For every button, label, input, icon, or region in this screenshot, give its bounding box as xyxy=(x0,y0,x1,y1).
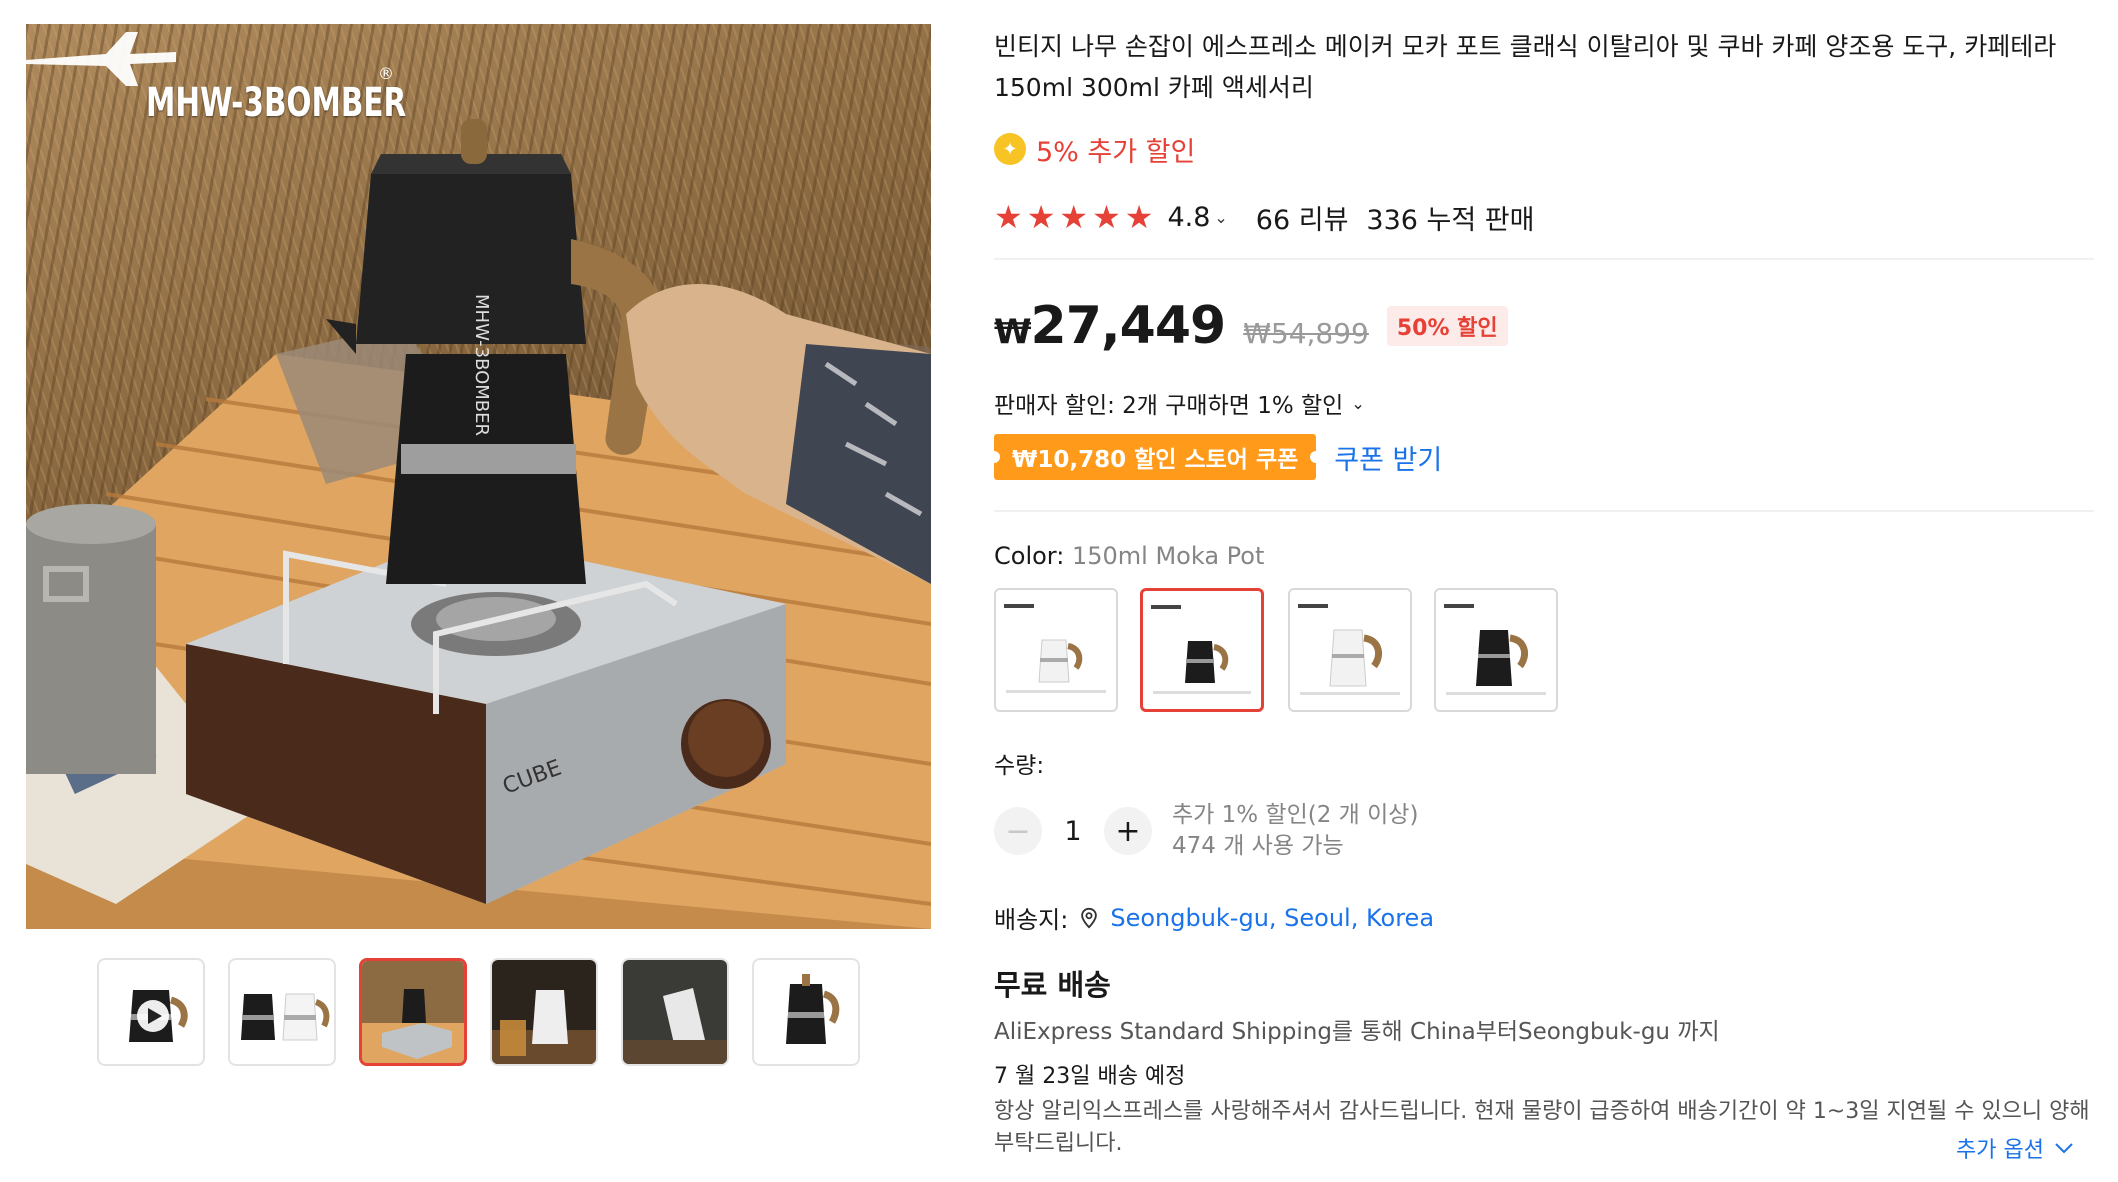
divider xyxy=(994,510,2094,512)
white-moka-pot-icon xyxy=(1004,604,1106,693)
original-price: ₩54,899 xyxy=(1243,317,1369,350)
price-row: ₩27,449 ₩54,899 50% 할인 xyxy=(994,296,1508,356)
ship-to-row: 배송지: Seongbuk-gu, Seoul, Korea xyxy=(994,900,1434,935)
shipping-notice: 항상 알리익스프레스를 사랑해주셔서 감사드립니다. 현재 물량이 급증하여 배… xyxy=(994,1099,2090,1156)
decrease-quantity-button[interactable]: − xyxy=(994,807,1042,855)
star-icon: ★ xyxy=(1092,198,1121,236)
current-price-value: 27,449 xyxy=(1030,296,1227,356)
brand-logo-text: MHW-3BOMBER xyxy=(146,80,407,126)
black-moka-pot-large-icon xyxy=(1444,604,1546,695)
star-icon: ★ xyxy=(1124,198,1154,236)
review-count[interactable]: 66 리뷰 xyxy=(1256,198,1349,237)
stock-available: 474 개 사용 가능 xyxy=(1172,833,1344,859)
current-price: ₩27,449 xyxy=(994,296,1227,356)
star-rating: ★ ★ ★ ★ ★ xyxy=(994,201,1153,233)
quantity-stepper: − 1 + 추가 1% 할인(2 개 이상) 474 개 사용 가능 xyxy=(994,800,1418,862)
rating-row: ★ ★ ★ ★ ★ 4.8 ⌄ 66 리뷰 336 누적 판매 xyxy=(994,197,1534,237)
ship-to-label: 배송지: xyxy=(994,906,1069,934)
quantity-label: 수량: xyxy=(994,753,1045,779)
divider xyxy=(994,258,2094,260)
product-photo: CUBE MHW-3BOMBER xyxy=(26,119,931,929)
seller-discount[interactable]: 판매자 할인: 2개 구매하면 1% 할인 ⌄ xyxy=(994,386,1365,420)
extra-discount-text: 5% 추가 할인 xyxy=(1036,136,1196,168)
thumbnail-strip xyxy=(97,958,860,1066)
color-swatch-black-150ml-selected[interactable] xyxy=(1140,588,1264,712)
store-coupon-tag: ₩10,780 할인 스토어 쿠폰 xyxy=(994,434,1317,480)
discount-badge: 50% 할인 xyxy=(1386,306,1508,346)
thumbnail-3-selected[interactable] xyxy=(359,958,467,1066)
star-icon: ★ xyxy=(994,198,1023,236)
black-moka-pot-icon xyxy=(1151,605,1251,694)
color-swatch-black-300ml[interactable] xyxy=(1434,588,1558,712)
color-selected-value: 150ml Moka Pot xyxy=(1071,542,1265,570)
chevron-down-icon[interactable]: ⌄ xyxy=(1214,208,1227,227)
color-swatch-white-150ml[interactable] xyxy=(994,588,1118,712)
two-pots-thumbnail-icon xyxy=(241,993,330,1041)
thumbnail-video[interactable] xyxy=(97,958,205,1066)
seller-discount-text: 판매자 할인: 2개 구매하면 1% 할인 xyxy=(994,393,1344,419)
coupon-row: ₩10,780 할인 스토어 쿠폰 쿠폰 받기 xyxy=(994,434,1442,480)
thumbnail-6[interactable] xyxy=(752,958,860,1066)
bulk-discount-note: 추가 1% 할인(2 개 이상) xyxy=(1172,802,1419,828)
increase-quantity-button[interactable]: + xyxy=(1104,807,1152,855)
sold-count: 336 누적 판매 xyxy=(1366,204,1535,236)
color-swatch-white-300ml[interactable] xyxy=(1288,588,1412,712)
more-options-link[interactable]: 추가 옵션 xyxy=(1956,1132,2074,1164)
svg-text:MHW-3BOMBER: MHW-3BOMBER xyxy=(471,294,492,436)
shipping-method: AliExpress Standard Shipping를 통해 China부터… xyxy=(994,1019,1720,1045)
currency-symbol: ₩ xyxy=(994,312,1032,352)
rating-value[interactable]: 4.8 xyxy=(1167,202,1210,233)
free-shipping-heading: 무료 배송 xyxy=(994,968,1111,1002)
product-title: 빈티지 나무 손잡이 에스프레소 메이커 모카 포트 클래식 이탈리아 및 쿠바… xyxy=(994,32,2057,102)
pouring-thumbnail-icon xyxy=(623,960,727,1064)
white-moka-pot-large-icon xyxy=(1298,604,1400,695)
thumbnail-4[interactable] xyxy=(490,958,598,1066)
chevron-down-icon xyxy=(2055,1143,2073,1154)
moka-pot-thumbnail-icon xyxy=(129,990,188,1042)
main-product-image[interactable]: CUBE MHW-3BOMBER MHW-3BOMBER ® xyxy=(26,24,931,929)
coin-icon: ✦ xyxy=(994,133,1026,165)
ship-location-link[interactable]: Seongbuk-gu, Seoul, Korea xyxy=(1110,904,1434,932)
quantity-value[interactable]: 1 xyxy=(1042,816,1104,847)
location-pin-icon xyxy=(1081,907,1098,928)
cafe-scene-thumbnail-icon xyxy=(492,960,596,1064)
star-icon: ★ xyxy=(1059,198,1089,236)
registered-mark: ® xyxy=(378,64,394,83)
get-coupon-link[interactable]: 쿠폰 받기 xyxy=(1334,438,1442,477)
quantity-info: 추가 1% 할인(2 개 이상) 474 개 사용 가능 xyxy=(1172,800,1418,862)
star-icon: ★ xyxy=(1026,198,1056,236)
stove-scene-thumbnail-icon xyxy=(362,961,464,1063)
color-label-text: Color: xyxy=(994,542,1065,570)
black-pot-thumbnail-icon xyxy=(786,974,840,1044)
more-options-label: 추가 옵션 xyxy=(1956,1138,2044,1163)
thumbnail-2[interactable] xyxy=(228,958,336,1066)
thumbnail-5[interactable] xyxy=(621,958,729,1066)
color-label: Color: 150ml Moka Pot xyxy=(994,542,1264,570)
extra-discount: ✦ 5% 추가 할인 xyxy=(994,131,1196,168)
delivery-eta: 7 월 23일 배송 예정 xyxy=(994,1064,1186,1089)
chevron-down-icon: ⌄ xyxy=(1351,393,1365,413)
